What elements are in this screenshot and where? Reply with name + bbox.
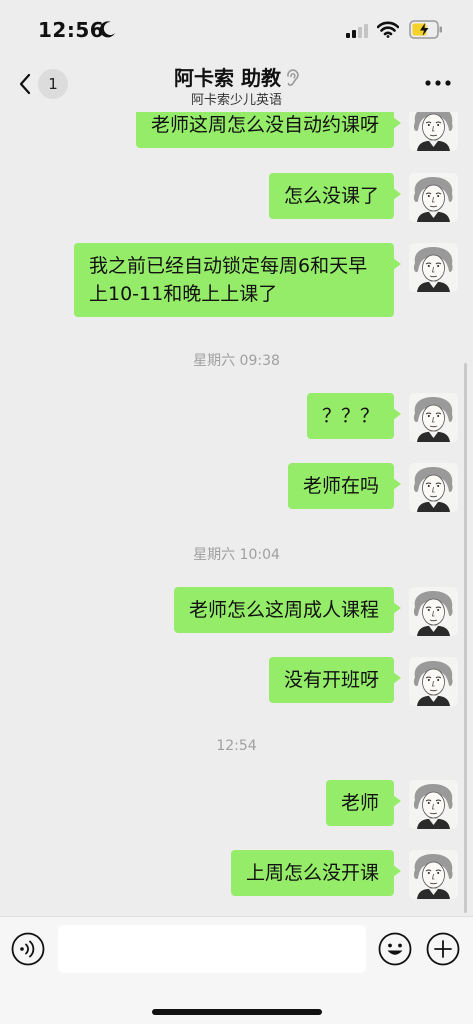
status-time: 12:56 xyxy=(38,18,105,42)
message-bubble[interactable]: 没有开班呀 xyxy=(268,657,402,703)
message-list[interactable]: 老师这周怎么没自动约课呀 怎么没课了 我之前已经自动锁定每周6和天早上10-11… xyxy=(0,112,473,916)
chat-title: 阿卡索 助教 xyxy=(174,66,281,90)
message-row: 怎么没课了 xyxy=(18,173,458,239)
chat-header: 1 阿卡索 助教 阿卡索少儿英语 xyxy=(0,58,473,112)
home-indicator[interactable] xyxy=(152,1009,322,1015)
ear-icon xyxy=(287,69,299,86)
portrait-icon xyxy=(409,850,458,899)
timestamp: 星期六 09:38 xyxy=(193,353,280,369)
message-bubble[interactable]: 老师这周怎么没自动约课呀 xyxy=(135,112,402,148)
message-bubble[interactable]: 老师在吗 xyxy=(287,463,402,509)
portrait-icon xyxy=(409,657,458,706)
moon-icon xyxy=(99,21,115,38)
message-row: 上周怎么没开课 xyxy=(18,850,458,916)
message-row: ？？？ xyxy=(18,393,458,459)
avatar[interactable] xyxy=(409,112,458,151)
emoji-icon[interactable] xyxy=(378,932,412,966)
message-row: 没有开班呀 xyxy=(18,657,458,723)
avatar[interactable] xyxy=(409,243,458,292)
battery-charging-icon xyxy=(409,20,442,39)
chat-title-row: 阿卡索 助教 xyxy=(0,62,473,91)
portrait-icon xyxy=(409,243,458,292)
portrait-icon xyxy=(409,587,458,636)
avatar[interactable] xyxy=(409,657,458,706)
message-bubble[interactable]: ？？？ xyxy=(306,393,402,439)
message-bubble[interactable]: 我之前已经自动锁定每周6和天早上10-11和晚上上课了 xyxy=(74,243,401,317)
message-bubble[interactable]: 老师 xyxy=(325,780,402,826)
timestamp: 星期六 10:04 xyxy=(193,547,280,563)
scrollbar[interactable] xyxy=(464,363,467,913)
message-row: 我之前已经自动锁定每周6和天早上10-11和晚上上课了 xyxy=(18,243,458,323)
avatar[interactable] xyxy=(409,173,458,222)
message-row: 老师在吗 xyxy=(18,463,458,529)
portrait-icon xyxy=(409,780,458,829)
cellular-signal-icon xyxy=(346,24,368,38)
input-bar xyxy=(0,916,473,1024)
message-row: 老师这周怎么没自动约课呀 xyxy=(18,112,458,168)
message-bubble[interactable]: 老师怎么这周成人课程 xyxy=(173,587,402,633)
message-input[interactable] xyxy=(58,925,366,973)
message-row: 老师 xyxy=(18,780,458,846)
wifi-icon xyxy=(377,21,399,38)
portrait-icon xyxy=(409,463,458,512)
plus-icon[interactable] xyxy=(426,932,460,966)
avatar[interactable] xyxy=(409,780,458,829)
status-bar: 12:56 xyxy=(0,0,473,58)
portrait-icon xyxy=(409,173,458,222)
timestamp: 12:54 xyxy=(216,738,257,754)
avatar[interactable] xyxy=(409,850,458,899)
more-dots-icon[interactable] xyxy=(424,78,452,88)
voice-icon[interactable] xyxy=(11,932,45,966)
chat-subtitle: 阿卡索少儿英语 xyxy=(190,93,282,108)
portrait-icon xyxy=(409,112,458,151)
message-bubble[interactable]: 怎么没课了 xyxy=(268,173,402,219)
avatar[interactable] xyxy=(409,463,458,512)
portrait-icon xyxy=(409,393,458,442)
message-bubble[interactable]: 上周怎么没开课 xyxy=(230,850,402,896)
avatar[interactable] xyxy=(409,393,458,442)
avatar[interactable] xyxy=(409,587,458,636)
message-row: 老师怎么这周成人课程 xyxy=(18,587,458,653)
